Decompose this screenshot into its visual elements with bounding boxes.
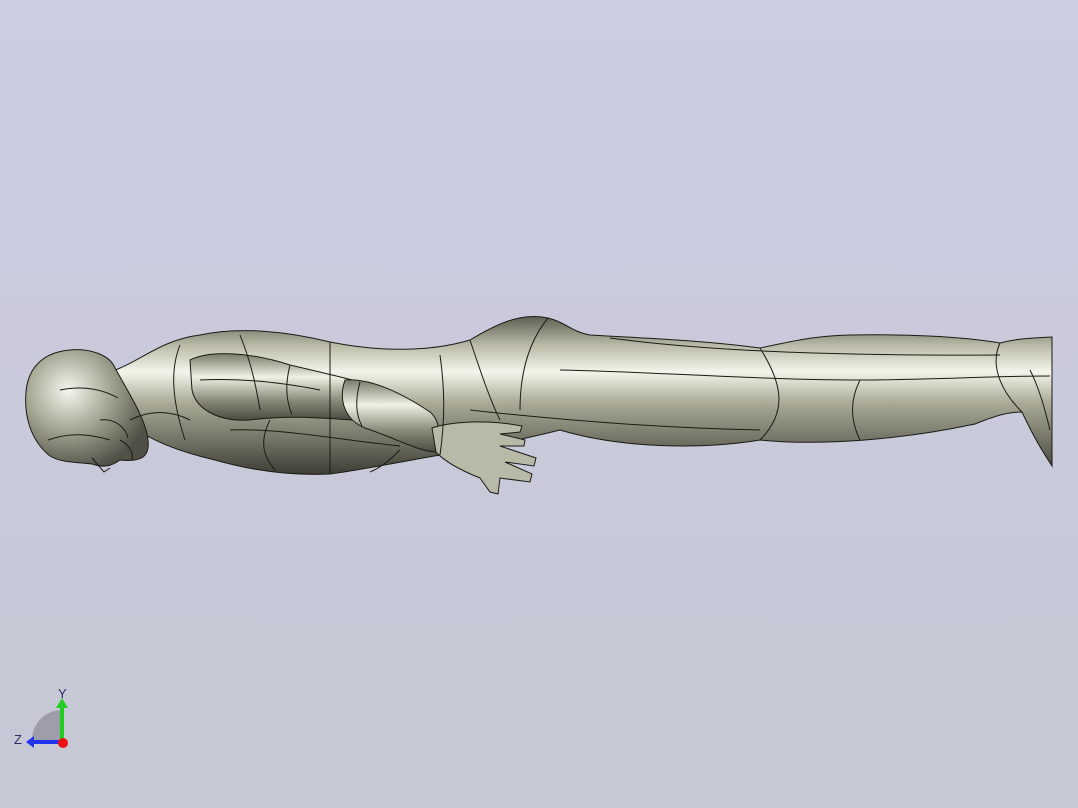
axis-triad: Y Z	[14, 686, 68, 748]
z-axis-label: Z	[14, 732, 22, 747]
y-axis-label: Y	[58, 686, 67, 701]
human-body-model[interactable]	[0, 0, 1078, 808]
z-axis-arrow	[26, 736, 34, 748]
x-axis-point	[58, 738, 68, 748]
3d-viewport[interactable]: Y Z	[0, 0, 1078, 808]
triad-arc	[32, 710, 62, 740]
